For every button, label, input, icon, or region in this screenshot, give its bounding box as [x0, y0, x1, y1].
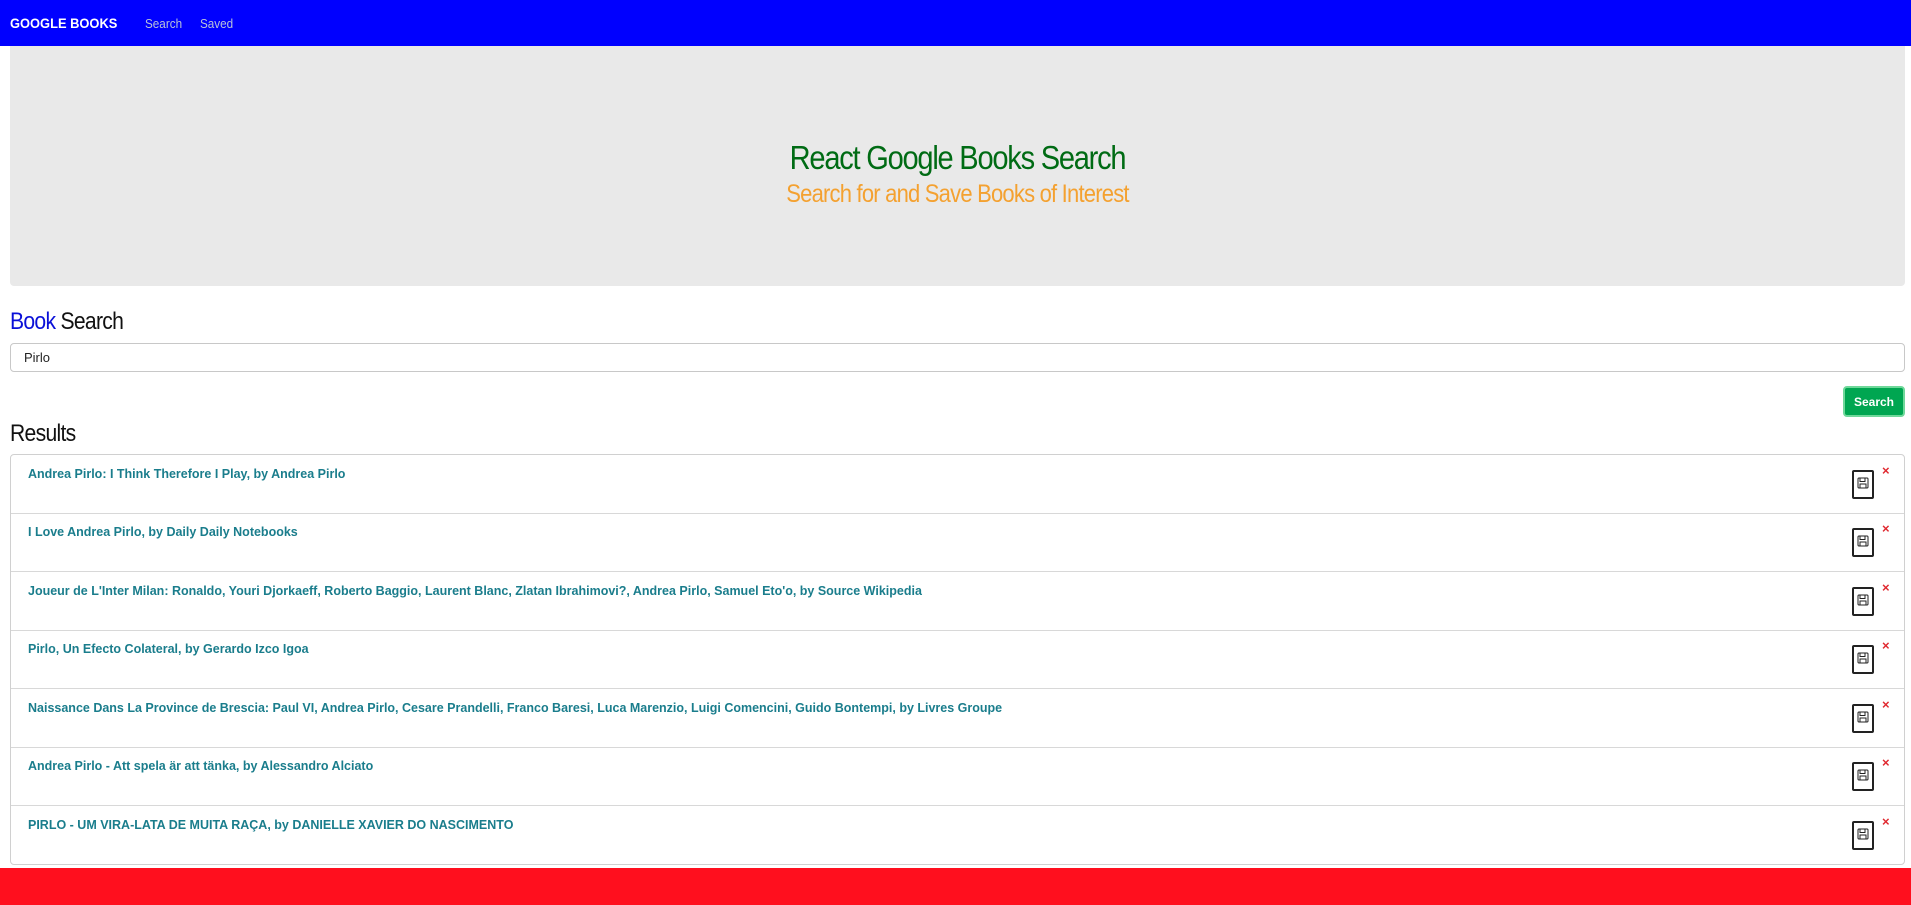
- result-item: PIRLO - UM VIRA-LATA DE MUITA RAÇA, by D…: [11, 806, 1904, 865]
- floppy-disk-icon: [1857, 710, 1869, 728]
- result-title[interactable]: Andrea Pirlo: I Think Therefore I Play, …: [28, 467, 345, 481]
- delete-button[interactable]: ×: [1882, 639, 1890, 652]
- result-item: I Love Andrea Pirlo, by Daily Daily Note…: [11, 513, 1904, 572]
- floppy-disk-icon: [1857, 827, 1869, 845]
- delete-button[interactable]: ×: [1882, 522, 1890, 535]
- page-subtitle: Search for and Save Books of Interest: [786, 180, 1129, 208]
- nav-link-saved[interactable]: Saved: [200, 16, 233, 31]
- results-heading: Results: [10, 420, 76, 447]
- floppy-disk-icon: [1857, 534, 1869, 552]
- delete-button[interactable]: ×: [1882, 581, 1890, 594]
- book-search-heading-accent: Book: [10, 308, 56, 335]
- result-item: Joueur de L'Inter Milan: Ronaldo, Youri …: [11, 572, 1904, 631]
- footer: [0, 868, 1911, 905]
- jumbotron: React Google Books Search Search for and…: [10, 46, 1905, 286]
- result-title[interactable]: PIRLO - UM VIRA-LATA DE MUITA RAÇA, by D…: [28, 818, 513, 832]
- save-button[interactable]: [1852, 821, 1874, 850]
- book-search-heading-rest: Search: [60, 308, 124, 335]
- save-button[interactable]: [1852, 470, 1874, 499]
- save-button[interactable]: [1852, 704, 1874, 733]
- result-title[interactable]: Pirlo, Un Efecto Colateral, by Gerardo I…: [28, 642, 309, 656]
- result-item: Pirlo, Un Efecto Colateral, by Gerardo I…: [11, 630, 1904, 689]
- delete-button[interactable]: ×: [1882, 464, 1890, 477]
- delete-button[interactable]: ×: [1882, 698, 1890, 711]
- floppy-disk-icon: [1857, 768, 1869, 786]
- result-title[interactable]: Joueur de L'Inter Milan: Ronaldo, Youri …: [28, 584, 922, 598]
- floppy-disk-icon: [1857, 651, 1869, 669]
- page-title: React Google Books Search: [789, 139, 1127, 176]
- results-list: Andrea Pirlo: I Think Therefore I Play, …: [10, 454, 1905, 865]
- result-item: Andrea Pirlo: I Think Therefore I Play, …: [11, 455, 1904, 514]
- save-button[interactable]: [1852, 762, 1874, 791]
- save-button[interactable]: [1852, 645, 1874, 674]
- delete-button[interactable]: ×: [1882, 756, 1890, 769]
- navbar: GOOGLE BOOKS Search Saved: [0, 0, 1911, 46]
- floppy-disk-icon: [1857, 593, 1869, 611]
- result-item: Andrea Pirlo - Att spela är att tänka, b…: [11, 747, 1904, 806]
- search-button[interactable]: Search: [1843, 386, 1905, 417]
- search-input[interactable]: [10, 343, 1905, 372]
- book-search-heading: Book Search: [10, 308, 124, 336]
- delete-button[interactable]: ×: [1882, 815, 1890, 828]
- save-button[interactable]: [1852, 587, 1874, 616]
- save-button[interactable]: [1852, 528, 1874, 557]
- nav-link-search[interactable]: Search: [145, 16, 182, 31]
- result-title[interactable]: Naissance Dans La Province de Brescia: P…: [28, 701, 1002, 715]
- result-title[interactable]: Andrea Pirlo - Att spela är att tänka, b…: [28, 759, 373, 773]
- floppy-disk-icon: [1857, 476, 1869, 494]
- result-title[interactable]: I Love Andrea Pirlo, by Daily Daily Note…: [28, 525, 298, 539]
- result-item: Naissance Dans La Province de Brescia: P…: [11, 689, 1904, 748]
- brand[interactable]: GOOGLE BOOKS: [10, 15, 117, 31]
